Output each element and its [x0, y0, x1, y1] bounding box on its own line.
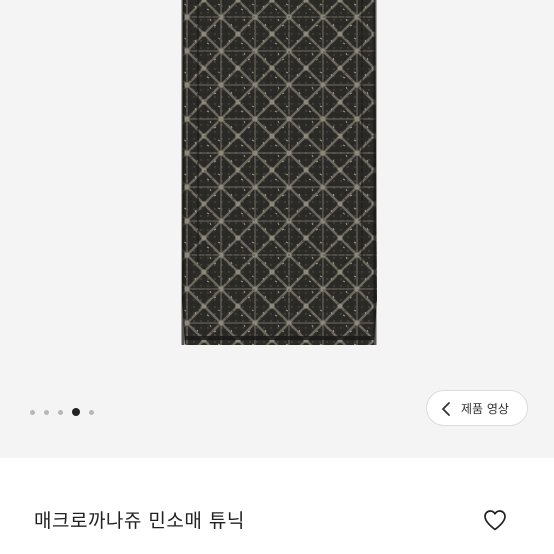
product-info: 매크로까나쥬 민소매 튜닉 [0, 458, 554, 554]
pager-dot-active[interactable] [72, 408, 80, 416]
product-video-label: 제품 영상 [461, 402, 509, 416]
product-gallery[interactable]: 제품 영상 [0, 0, 554, 458]
product-name: 매크로까나쥬 민소매 튜닉 [34, 510, 245, 532]
pager-dot[interactable] [89, 409, 94, 415]
image-pager[interactable] [30, 408, 94, 416]
pager-dot[interactable] [58, 409, 63, 415]
product-video-button[interactable]: 제품 영상 [426, 390, 528, 426]
heart-outline-icon[interactable] [482, 508, 508, 532]
pager-dot[interactable] [44, 409, 49, 415]
chevron-left-icon [442, 402, 450, 416]
pager-dot[interactable] [30, 409, 35, 415]
